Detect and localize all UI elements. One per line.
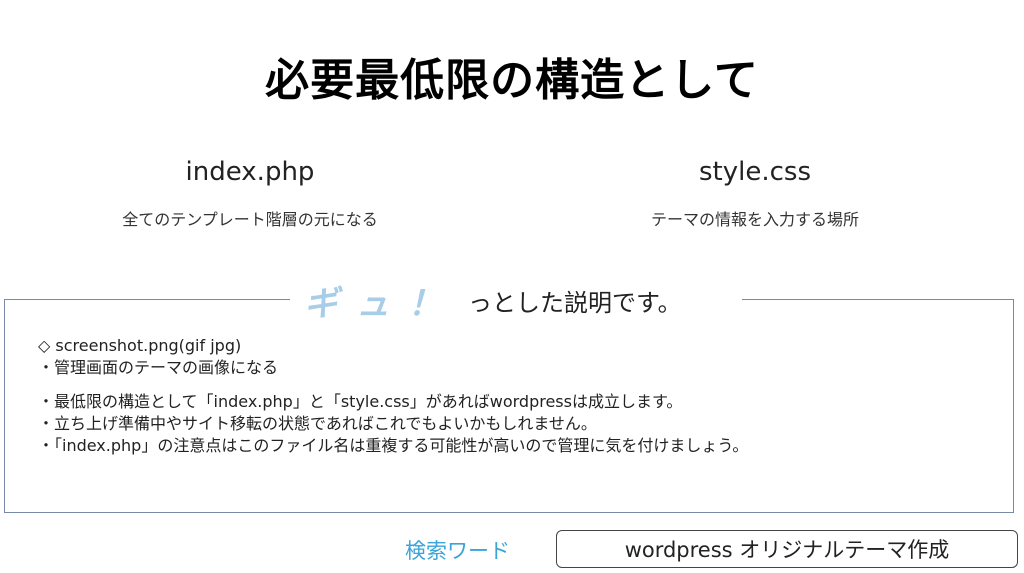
- search-keyword-label: 検索ワード: [405, 539, 510, 563]
- search-keyword-box[interactable]: wordpress オリジナルテーマ作成: [556, 530, 1018, 568]
- bullet-line: ・最低限の構造として「index.php」と「style.css」があればwor…: [38, 392, 683, 411]
- slide-title: 必要最低限の構造として: [265, 55, 759, 106]
- callout-caption: ギュ！ っとした説明です。: [290, 274, 742, 326]
- index-php-column: index.php 全てのテンプレート階層の元になる: [40, 152, 460, 230]
- screenshot-file-line: ◇ screenshot.png(gif jpg): [38, 336, 242, 355]
- emphasis-text: ギュ！: [304, 283, 460, 324]
- index-php-heading: index.php: [185, 157, 315, 187]
- index-php-description: 全てのテンプレート階層の元になる: [122, 210, 378, 229]
- bullet-line: ・「index.php」の注意点はこのファイル名は重複する可能性が高いので管理に…: [38, 436, 749, 455]
- bullet-line: ・立ち上げ準備中やサイト移転の状態であればこれでもよいかもしれません。: [38, 414, 597, 433]
- style-css-column: style.css テーマの情報を入力する場所: [545, 152, 965, 230]
- style-css-description: テーマの情報を入力する場所: [650, 210, 859, 229]
- callout-caption-text: っとした説明です。: [468, 288, 682, 317]
- explanation-content: ◇ screenshot.png(gif jpg) ・管理画面のテーマの画像にな…: [38, 335, 998, 457]
- bullet-line: ・管理画面のテーマの画像になる: [38, 358, 279, 377]
- style-css-heading: style.css: [699, 157, 811, 187]
